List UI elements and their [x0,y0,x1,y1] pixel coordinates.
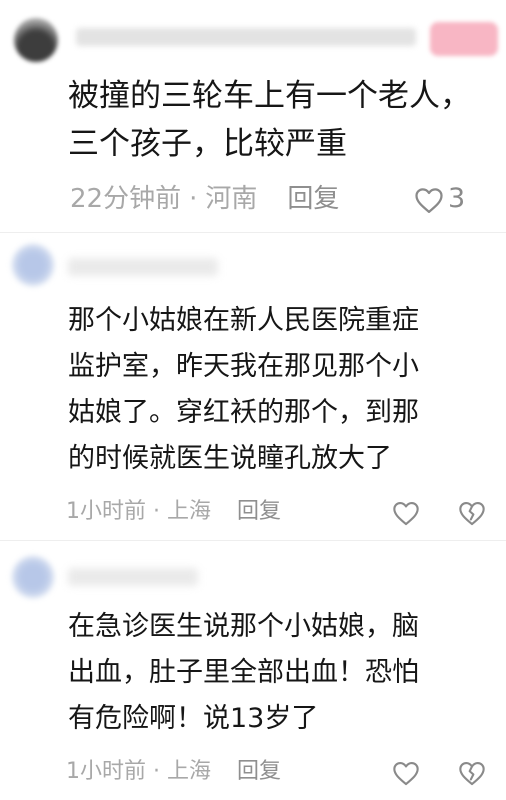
comment-item-2: 那个小姑娘在新人民医院重症 监护室，昨天我在那见那个小 姑娘了。穿红袄的那个，到… [0,234,506,534]
reply-button[interactable]: 回复 [237,496,281,528]
comment-item-3: 在急诊医生说那个小姑娘，脑 出血，肚子里全部出血！恐怕 有危险啊！说13岁了 1… [0,542,506,800]
avatar[interactable] [12,556,54,598]
heart-outline-icon[interactable] [392,500,420,526]
comment-text: 在急诊医生说那个小姑娘，脑 出血，肚子里全部出血！恐怕 有危险啊！说13岁了 [68,611,419,734]
meta-separator: · [153,759,160,784]
comment-location: 上海 [167,499,212,524]
heart-outline-icon[interactable] [414,186,444,214]
comment-item-1: 被撞的三轮车上有一个老人， 三个孩子，比较严重 22分钟前 · 河南 回复 3 [0,0,506,230]
divider [0,540,506,541]
comment-text: 被撞的三轮车上有一个老人， 三个孩子，比较严重 [68,78,471,162]
avatar[interactable] [12,244,54,286]
broken-heart-icon[interactable] [458,500,486,526]
comment-text: 那个小姑娘在新人民医院重症 监护室，昨天我在那见那个小 姑娘了。穿红袄的那个，到… [68,305,419,474]
comment-time: 22分钟前 [70,184,182,214]
heart-outline-icon[interactable] [392,760,420,786]
comment-meta: 22分钟前 · 河南 回复 [70,180,339,218]
comment-meta: 1小时前 · 上海 回复 [66,496,281,528]
broken-heart-icon[interactable] [458,760,486,786]
comment-meta: 1小时前 · 上海 回复 [66,756,281,788]
username-blurred[interactable] [68,568,198,586]
comment-time: 1小时前 [66,759,146,784]
username-blurred[interactable] [68,258,218,276]
comment-time: 1小时前 [66,499,146,524]
author-badge [430,22,498,56]
avatar[interactable] [14,18,58,62]
meta-separator: · [189,184,198,214]
reply-button[interactable]: 回复 [287,180,339,218]
comment-location: 河南 [205,184,258,214]
like-count: 3 [448,183,466,214]
reply-button[interactable]: 回复 [237,756,281,788]
comment-location: 上海 [167,759,212,784]
divider [0,232,506,233]
username-blurred[interactable] [76,28,416,46]
meta-separator: · [153,499,160,524]
